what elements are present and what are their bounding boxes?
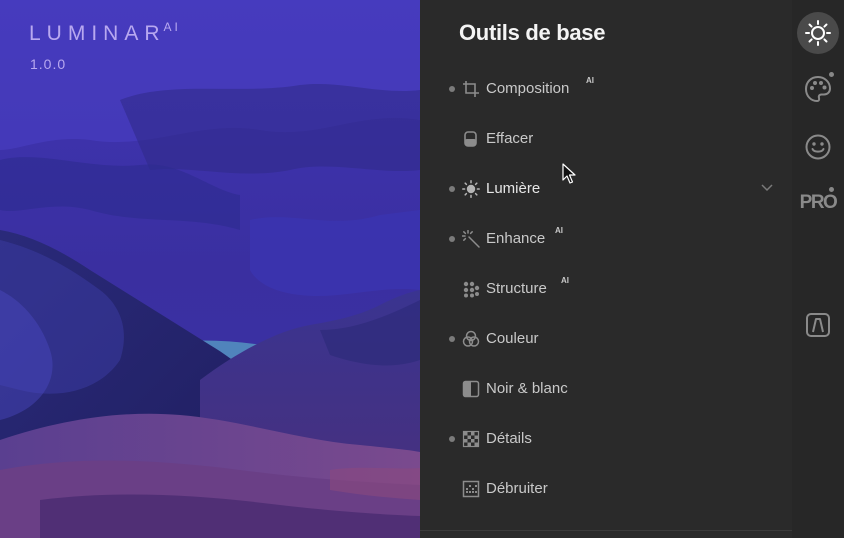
photo-preview: LUMINARAI 1.0.0 xyxy=(0,0,420,538)
tool-composition[interactable]: Composition AI xyxy=(420,64,792,114)
panel-title: Outils de base xyxy=(459,20,606,45)
sun-icon xyxy=(805,20,831,46)
structure-dots-icon xyxy=(463,281,480,298)
landscape-image xyxy=(0,0,420,538)
tool-label: Détails xyxy=(486,430,532,447)
magic-wand-icon xyxy=(462,230,480,248)
smiley-icon xyxy=(805,134,831,160)
sun-icon xyxy=(462,180,480,198)
pro-icon: PRO xyxy=(799,192,838,213)
rail-portrait-button[interactable] xyxy=(797,126,839,168)
palette-icon xyxy=(804,75,832,103)
tool-modified-dot xyxy=(449,336,455,342)
tool-structure[interactable]: Structure AI xyxy=(420,264,792,314)
tool-noir-blanc[interactable]: Noir & blanc xyxy=(420,364,792,414)
tool-enhance[interactable]: Enhance AI xyxy=(420,214,792,264)
color-circles-icon xyxy=(462,330,480,347)
panel-divider xyxy=(420,530,792,531)
rail-templates-button[interactable] xyxy=(797,304,839,346)
tool-modified-dot xyxy=(449,436,455,442)
chevron-down-icon[interactable] xyxy=(760,180,774,194)
eraser-icon xyxy=(464,131,477,147)
rail-modified-dot xyxy=(829,72,834,77)
tool-lumiere[interactable]: Lumière xyxy=(420,164,792,214)
tool-label: Effacer xyxy=(486,130,534,147)
tool-modified-dot xyxy=(449,236,455,242)
tool-label: Enhance xyxy=(486,230,546,247)
tool-modified-dot xyxy=(449,86,455,92)
tool-label: Lumière xyxy=(486,180,541,197)
ai-badge: AI xyxy=(561,276,569,285)
rail-essentials-button[interactable] xyxy=(797,12,839,54)
mouse-cursor-icon xyxy=(562,163,576,184)
denoise-grid-icon xyxy=(462,480,480,498)
logo-wordmark: LUMINAR xyxy=(29,22,166,45)
tool-effacer[interactable]: Effacer xyxy=(420,114,792,164)
rail-modified-dot xyxy=(829,187,834,192)
black-white-icon xyxy=(462,380,480,398)
ai-badge: AI xyxy=(555,226,563,235)
tools-panel: Outils de base Composition AI Effacer Lu… xyxy=(420,0,792,538)
app-logo: LUMINARAI xyxy=(29,20,181,46)
tool-label: Débruiter xyxy=(486,480,548,497)
templates-icon xyxy=(806,313,830,337)
logo-ai-superscript: AI xyxy=(163,20,181,34)
tool-debruiter[interactable]: Débruiter xyxy=(420,464,792,514)
tool-label: Noir & blanc xyxy=(486,380,568,397)
tool-couleur[interactable]: Couleur xyxy=(420,314,792,364)
tool-label: Couleur xyxy=(486,330,539,347)
tool-modified-dot xyxy=(449,186,455,192)
crop-icon xyxy=(463,81,479,97)
app-version: 1.0.0 xyxy=(30,56,67,72)
checker-grid-icon xyxy=(462,430,480,448)
tool-category-rail: PRO xyxy=(792,0,844,538)
tool-details[interactable]: Détails xyxy=(420,414,792,464)
tool-label: Structure xyxy=(486,280,547,297)
tool-label: Composition xyxy=(486,80,570,97)
ai-badge: AI xyxy=(586,76,594,85)
